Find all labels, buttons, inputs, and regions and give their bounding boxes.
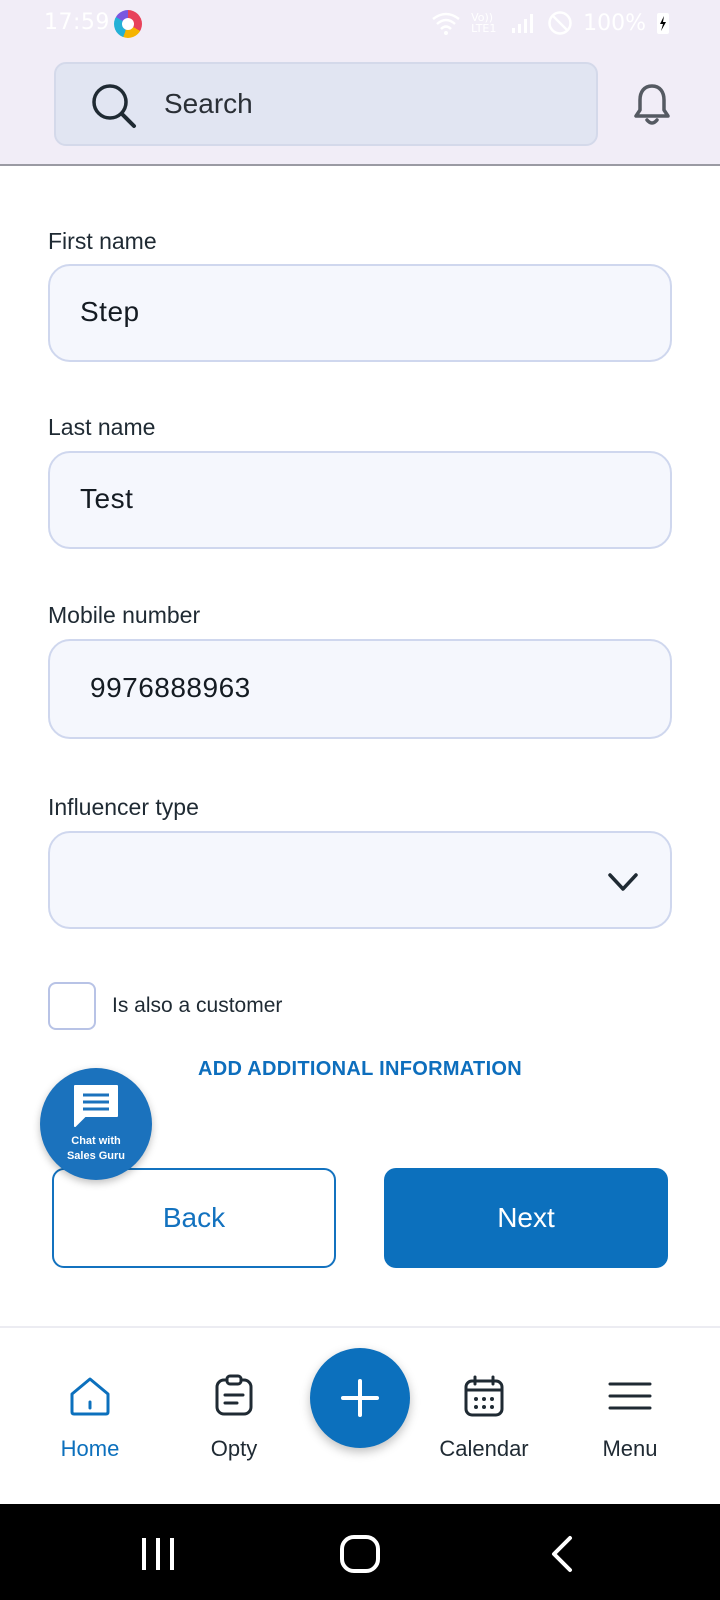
recent-apps-icon[interactable] — [134, 1530, 182, 1578]
status-icons: Vo)) LTE1 100% — [431, 10, 670, 36]
do-not-disturb-icon — [548, 11, 572, 35]
chat-label: Chat with Sales Guru — [40, 1134, 152, 1164]
last-name-value: Test — [80, 483, 134, 514]
influencer-type-label: Influencer type — [48, 794, 199, 820]
mobile-number-value: 9976888963 — [90, 672, 251, 703]
chat-label-line2: Sales Guru — [66, 1150, 126, 1162]
calendar-icon — [464, 1375, 504, 1417]
chat-icon — [74, 1085, 118, 1127]
influencer-type-select[interactable] — [48, 831, 672, 929]
wifi-icon — [432, 12, 460, 35]
search-input[interactable] — [164, 82, 564, 126]
clipboard-icon — [215, 1374, 253, 1416]
top-app-bar: 17:59 Vo)) LTE1 100% — [0, 0, 720, 166]
nav-item-home[interactable]: Home — [20, 1328, 160, 1506]
chevron-down-icon — [608, 873, 638, 891]
first-name-field[interactable]: Step — [48, 264, 672, 362]
battery-percent: 100% — [583, 10, 646, 36]
nav-item-menu[interactable]: Menu — [560, 1328, 700, 1506]
last-name-field[interactable]: Test — [48, 451, 672, 549]
mobile-number-label: Mobile number — [48, 602, 201, 628]
mobile-number-field[interactable]: 9976888963 — [48, 639, 672, 739]
nav-label-menu: Menu — [602, 1436, 658, 1461]
nav-item-calendar[interactable]: Calendar — [414, 1328, 554, 1506]
is-customer-label: Is also a customer — [112, 994, 283, 1017]
signal-icon — [512, 14, 534, 33]
nav-label-calendar: Calendar — [439, 1436, 529, 1461]
search-icon — [92, 84, 136, 128]
back-button[interactable]: Back — [52, 1168, 336, 1268]
home-button-icon[interactable] — [336, 1530, 384, 1578]
is-customer-checkbox[interactable] — [48, 982, 96, 1030]
first-name-value: Step — [80, 296, 140, 327]
add-new-button[interactable] — [310, 1348, 410, 1448]
last-name-label: Last name — [48, 414, 156, 440]
app-notification-icon — [114, 10, 142, 38]
battery-charging-icon — [657, 13, 669, 34]
bell-icon[interactable] — [632, 82, 672, 126]
nav-label-home: Home — [60, 1436, 120, 1461]
next-button[interactable]: Next — [384, 1168, 668, 1268]
menu-icon — [608, 1382, 652, 1410]
plus-icon — [341, 1379, 379, 1417]
nav-label-opty: Opty — [210, 1436, 258, 1461]
system-navigation-bar — [0, 1504, 720, 1600]
back-icon[interactable] — [538, 1530, 586, 1578]
search-bar[interactable] — [54, 62, 598, 146]
network-label: Vo)) LTE1 — [471, 11, 497, 35]
status-time: 17:59 — [44, 10, 110, 35]
chat-sales-guru-button[interactable]: Chat with Sales Guru — [40, 1068, 152, 1180]
first-name-label: First name — [48, 228, 157, 254]
home-icon — [70, 1377, 110, 1416]
nav-item-opty[interactable]: Opty — [164, 1328, 304, 1506]
chat-label-line1: Chat with — [71, 1135, 121, 1147]
